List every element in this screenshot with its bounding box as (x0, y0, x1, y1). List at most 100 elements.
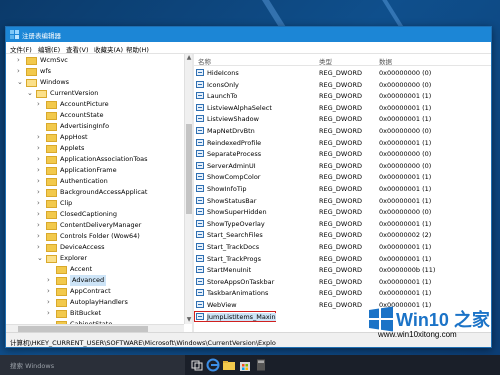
chevron-right-icon[interactable]: › (37, 176, 45, 187)
chevron-right-icon[interactable]: › (37, 154, 45, 165)
value-data: 0x0000000b (11) (379, 266, 436, 275)
status-path: 计算机\HKEY_CURRENT_USER\SOFTWARE\Microsoft… (10, 339, 276, 347)
tree-item-label: AccountState (60, 111, 104, 119)
value-name: ReindexedProfile (207, 138, 262, 147)
tree-item-label: AutoplayHandlers (70, 298, 128, 306)
value-name: Start_TrackDocs (207, 243, 260, 251)
folder-icon (36, 90, 47, 98)
registry-editor-window: 注册表编辑器 文件(F) 编辑(E) 查看(V) 收藏夹(A) 帮助(H) › W… (5, 26, 492, 348)
list-item[interactable]: IconsOnly REG_DWORD 0x00000000 (0) (194, 79, 491, 90)
list-item[interactable]: ListviewAlphaSelect REG_DWORD 0x00000001 (… (194, 102, 491, 113)
value-type: REG_DWORD (319, 173, 362, 182)
taskbar-search-box[interactable]: 搜索 Windows (0, 355, 185, 375)
list-item[interactable]: ShowTypeOverlay REG_DWORD 0x00000001 (1) (194, 218, 491, 229)
list-item[interactable]: ShowStatusBar REG_DWORD 0x00000001 (1) (194, 195, 491, 206)
list-item[interactable]: MapNetDrvBtn REG_DWORD 0x00000000 (0) (194, 125, 491, 136)
chevron-right-icon[interactable]: › (47, 308, 55, 319)
dword-value-icon (196, 92, 204, 100)
chevron-right-icon[interactable]: › (37, 143, 45, 154)
list-item[interactable]: HideIcons REG_DWORD 0x00000000 (0) (194, 67, 491, 78)
folder-icon (26, 57, 37, 65)
chevron-right-icon[interactable]: › (17, 66, 25, 77)
tree-item-label: Clip (60, 199, 73, 207)
value-name: ShowCompColor (207, 173, 261, 182)
value-type: REG_DWORD (319, 150, 362, 159)
chevron-right-icon[interactable]: › (37, 231, 45, 242)
dword-value-icon (196, 231, 204, 239)
value-type: REG_DWORD (319, 208, 362, 217)
list-item[interactable]: JumpListItems_Maxin (194, 310, 276, 322)
menu-bar: 文件(F) 编辑(E) 查看(V) 收藏夹(A) 帮助(H) (6, 42, 491, 54)
column-header-type[interactable]: 类型 (319, 56, 332, 66)
chevron-right-icon[interactable]: › (47, 275, 55, 286)
value-data: 0x00000001 (1) (379, 196, 432, 205)
list-item[interactable]: StoreAppsOnTaskbar REG_DWORD 0x00000001 (1… (194, 276, 491, 287)
chevron-right-icon[interactable]: › (17, 55, 25, 66)
value-type: REG_DWORD (319, 127, 362, 135)
chevron-down-icon[interactable]: ⌄ (27, 88, 35, 99)
list-item[interactable]: TaskbarAnimations REG_DWORD 0x00000001 (1) (194, 287, 491, 298)
list-item[interactable]: ReindexedProfile REG_DWORD 0x00000001 (1) (194, 137, 491, 148)
chevron-right-icon[interactable]: › (47, 286, 55, 297)
chevron-right-icon[interactable]: › (37, 187, 45, 198)
tree-item-label: Accent (70, 265, 93, 273)
value-data: 0x00000001 (1) (379, 277, 432, 286)
watermark-url: www.win10xitong.com (378, 330, 457, 339)
title-bar[interactable]: 注册表编辑器 (6, 27, 491, 42)
dword-value-icon (196, 301, 204, 308)
dword-value-icon (196, 173, 204, 181)
file-explorer-icon[interactable] (222, 358, 236, 372)
folder-icon (46, 255, 57, 263)
chevron-right-icon[interactable]: › (37, 99, 45, 110)
value-name: ShowTypeOverlay (207, 219, 265, 228)
chevron-right-icon[interactable]: › (37, 132, 45, 143)
menu-edit[interactable]: 编辑(E) (38, 44, 60, 54)
value-name: TaskbarAnimations (207, 289, 269, 298)
folder-icon (56, 310, 67, 318)
windows-logo-icon (369, 306, 393, 332)
list-item[interactable]: ShowInfoTip REG_DWORD 0x00000001 (1) (194, 183, 491, 194)
edge-icon[interactable] (206, 358, 220, 372)
chevron-down-icon[interactable]: ⌄ (37, 253, 45, 264)
menu-view[interactable]: 查看(V) (66, 44, 89, 54)
store-icon[interactable] (238, 358, 252, 372)
menu-help[interactable]: 帮助(H) (126, 44, 149, 54)
task-view-icon[interactable] (190, 358, 204, 372)
menu-file[interactable]: 文件(F) (10, 44, 32, 54)
tree-item-label: ContentDeliveryManager (60, 221, 142, 229)
list-item[interactable]: ServerAdminUI REG_DWORD 0x00000000 (0) (194, 160, 491, 171)
chevron-right-icon[interactable]: › (37, 209, 45, 220)
tree-item-label: Windows (40, 78, 70, 86)
column-header-name[interactable]: 名称 (198, 56, 211, 66)
folder-icon (46, 233, 57, 241)
list-item[interactable]: StartMenuInit REG_DWORD 0x0000000b (11) (194, 264, 491, 275)
chevron-right-icon[interactable]: › (47, 297, 55, 308)
list-item[interactable]: Start_SearchFiles REG_DWORD 0x00000002 (2) (194, 229, 491, 240)
value-data: 0x00000001 (1) (379, 289, 432, 298)
folder-icon (46, 101, 57, 109)
chevron-right-icon[interactable]: › (37, 198, 45, 209)
list-item[interactable]: LaunchTo REG_DWORD 0x00000001 (1) (194, 90, 491, 101)
value-type: REG_DWORD (319, 115, 362, 124)
chevron-right-icon[interactable]: › (37, 242, 45, 253)
list-item[interactable]: ShowCompColor REG_DWORD 0x00000001 (1) (194, 171, 491, 182)
list-item[interactable]: SeparateProcess REG_DWORD 0x00000000 (0) (194, 148, 491, 159)
list-item[interactable]: Start_TrackProgs REG_DWORD 0x00000001 (1) (194, 253, 491, 264)
folder-icon (56, 288, 67, 296)
chevron-right-icon[interactable]: › (37, 165, 45, 176)
list-item[interactable]: Start_TrackDocs REG_DWORD 0x00000001 (1) (194, 241, 491, 252)
menu-favorites[interactable]: 收藏夹(A) (94, 44, 123, 54)
values-list: 名称 类型 数据 HideIcons REG_DWORD 0x00000000 (0… (194, 54, 491, 332)
list-item[interactable]: ListviewShadow REG_DWORD 0x00000001 (1) (194, 113, 491, 124)
list-item[interactable]: ShowSuperHidden REG_DWORD 0x00000000 (0) (194, 206, 491, 217)
dword-value-icon (196, 150, 204, 158)
column-header-data[interactable]: 数据 (379, 56, 392, 66)
value-data: 0x00000001 (1) (379, 115, 432, 124)
dword-value-icon (196, 138, 204, 146)
calculator-icon[interactable] (254, 358, 268, 372)
value-type: REG_DWORD (319, 243, 362, 251)
tree-item-label: AdvertisingInfo (60, 122, 110, 130)
tree-item-label: ApplicationAssociationToas (60, 155, 148, 163)
chevron-right-icon[interactable]: › (37, 220, 45, 231)
chevron-down-icon[interactable]: ⌄ (17, 77, 25, 88)
